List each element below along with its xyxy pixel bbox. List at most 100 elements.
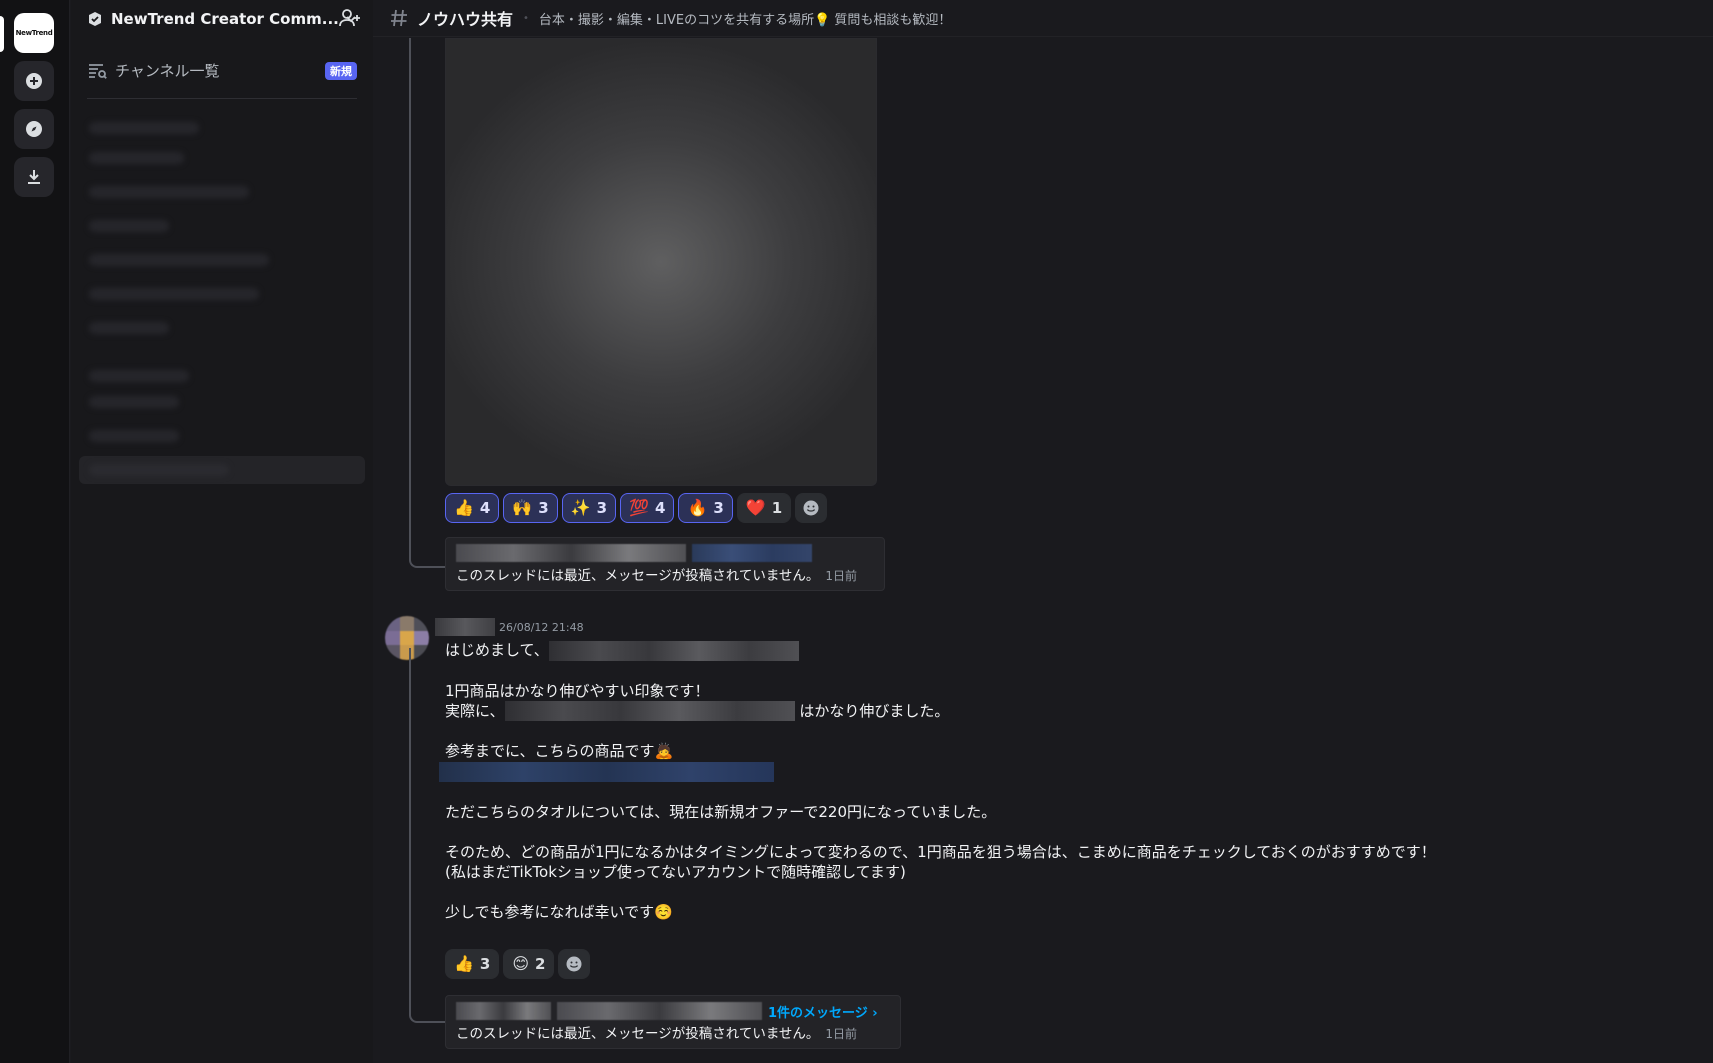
- thread-connector-line: [409, 648, 445, 1023]
- smiley-icon: [803, 500, 819, 516]
- redacted-selected-channel: [89, 464, 229, 476]
- server-name: NewTrend Creator Comm...: [111, 9, 339, 28]
- plus-circle-icon: [26, 73, 42, 89]
- header-separator: •: [523, 12, 529, 24]
- redacted-thread-text: [692, 544, 812, 562]
- reaction-count: 3: [538, 499, 549, 517]
- thread-ago: 1日前: [825, 569, 858, 583]
- reaction-count: 3: [596, 499, 608, 517]
- reaction-emoji: 😊: [512, 954, 530, 973]
- reaction-emoji: 🙌: [512, 498, 533, 517]
- redacted-product-link[interactable]: [439, 761, 774, 782]
- reaction-emoji: 💯: [629, 498, 649, 517]
- smiley-icon: [566, 956, 582, 972]
- download-apps-button[interactable]: [14, 157, 54, 197]
- reaction-count: 2: [535, 955, 546, 973]
- reaction-button[interactable]: 👍 4: [445, 493, 500, 523]
- server-rail: NewTrend: [0, 0, 70, 1063]
- reaction-button[interactable]: 😊 2: [503, 949, 555, 979]
- invite-people-icon[interactable]: [339, 8, 361, 28]
- message-line: 実際に、: [445, 701, 505, 720]
- thread-connector-line: [409, 38, 445, 568]
- reaction-button[interactable]: ✨ 3: [561, 493, 617, 523]
- message-line: 1円商品はかなり伸びやすい印象です！: [445, 681, 710, 700]
- message-list: 👍 4 🙌 3 ✨ 3 💯 4 🔥 3 ❤️ 1 このスレッドには最近、メッセージが投稿されていません…: [373, 38, 1713, 1063]
- redacted-thread-text: [557, 1002, 762, 1020]
- message-line: 参考までに、こちらの商品です🙇: [445, 742, 674, 760]
- channel-sidebar: NewTrend Creator Comm... チャンネル一覧 新規: [71, 0, 373, 1063]
- reaction-button[interactable]: 👍 3: [445, 949, 500, 979]
- discover-button[interactable]: [14, 109, 54, 149]
- reaction-bar: 👍 3 😊 2: [445, 949, 591, 979]
- channel-name: ノウハウ共有: [417, 10, 514, 29]
- message-line: はかなり伸びました。: [799, 701, 950, 720]
- redacted-thread-title: [456, 544, 686, 562]
- redacted-category: [89, 122, 199, 134]
- redacted-category: [89, 370, 189, 382]
- server-header[interactable]: NewTrend Creator Comm...: [71, 0, 373, 37]
- redacted-thread-title: [456, 1002, 551, 1020]
- thread-preview[interactable]: 1件のメッセージ › このスレッドには最近、メッセージが投稿されていません。 1日…: [445, 995, 901, 1049]
- reaction-bar: 👍 4 🙌 3 ✨ 3 💯 4 🔥 3 ❤️ 1: [445, 493, 828, 523]
- channel-list-label: チャンネル一覧: [115, 61, 220, 80]
- reaction-emoji: 👍: [454, 498, 474, 517]
- redacted-channel[interactable]: [89, 254, 269, 266]
- reaction-emoji: ❤️: [745, 498, 766, 517]
- thread-status: このスレッドには最近、メッセージが投稿されていません。 1日前: [456, 1022, 890, 1042]
- hashtag-icon: [391, 9, 407, 27]
- new-badge: 新規: [325, 62, 357, 80]
- reaction-button[interactable]: 🙌 3: [503, 493, 558, 523]
- message-line: (私はまだTikTokショップ使ってないアカウントで随時確認してます): [445, 862, 906, 881]
- add-server-button[interactable]: [14, 61, 54, 101]
- image-attachment[interactable]: [445, 38, 877, 486]
- redacted-channel[interactable]: [89, 322, 169, 334]
- message-line: 少しでも参考になれば幸いです☺️: [445, 902, 673, 921]
- reaction-count: 4: [479, 499, 491, 517]
- thread-preview[interactable]: このスレッドには最近、メッセージが投稿されていません。 1日前: [445, 537, 885, 591]
- redacted-username[interactable]: [435, 618, 495, 636]
- thread-status-text: このスレッドには最近、メッセージが投稿されていません。: [456, 568, 820, 584]
- channel-topic[interactable]: 台本・撮影・編集・LIVEのコツを共有する場所💡 質問も相談も歓迎！: [539, 9, 952, 28]
- server-logo-text: NewTrend: [15, 29, 53, 37]
- redacted-channel[interactable]: [89, 288, 259, 300]
- reaction-count: 3: [713, 499, 724, 517]
- message-header: 26/08/12 21:48: [435, 618, 835, 636]
- reaction-button[interactable]: 🔥 3: [678, 493, 733, 523]
- message-line: ただこちらのタオルについては、現在は新規オファーで220円になっていました。: [445, 802, 997, 821]
- discord-app: NewTrend NewTrend Creator Comm... チャンネル一…: [0, 0, 1713, 1063]
- thread-ago: 1日前: [825, 1027, 858, 1041]
- sidebar-divider: [87, 98, 357, 99]
- reaction-emoji: 👍: [454, 954, 474, 973]
- selected-server-indicator: [0, 16, 4, 52]
- thread-message-count[interactable]: 1件のメッセージ ›: [768, 1002, 878, 1021]
- server-icon-newtrend[interactable]: NewTrend: [14, 13, 54, 53]
- thread-status-text: このスレッドには最近、メッセージが投稿されていません。: [456, 1026, 820, 1042]
- thread-status: このスレッドには最近、メッセージが投稿されていません。 1日前: [456, 564, 874, 584]
- redacted-channel[interactable]: [89, 430, 179, 442]
- redacted-channel[interactable]: [89, 152, 184, 164]
- message-timestamp: 26/08/12 21:48: [499, 620, 584, 634]
- redacted-channel[interactable]: [89, 186, 249, 198]
- redacted-text: [504, 701, 795, 721]
- channel-header: ノウハウ共有 • 台本・撮影・編集・LIVEのコツを共有する場所💡 質問も相談も…: [373, 0, 1713, 37]
- message-body: はじめまして、 1円商品はかなり伸びやすい印象です！ 実際に、 はかなり伸びまし…: [439, 640, 1545, 922]
- reaction-count: 1: [771, 499, 783, 517]
- add-reaction-button[interactable]: [795, 493, 828, 523]
- download-icon: [28, 170, 40, 184]
- reaction-button[interactable]: 💯 4: [620, 493, 675, 523]
- reaction-count: 4: [655, 499, 666, 517]
- message-line: はじめまして、: [445, 641, 549, 659]
- reaction-button[interactable]: ❤️ 1: [736, 493, 792, 523]
- redacted-channel[interactable]: [89, 396, 179, 408]
- redacted-text: [548, 640, 799, 661]
- channel-browser-item[interactable]: チャンネル一覧 新規: [87, 58, 357, 82]
- redacted-channel[interactable]: [89, 220, 169, 232]
- reaction-count: 3: [479, 955, 491, 973]
- reaction-emoji: ✨: [570, 498, 591, 517]
- add-reaction-button[interactable]: [558, 949, 591, 979]
- reaction-emoji: 🔥: [687, 498, 708, 517]
- compass-icon: [26, 121, 42, 137]
